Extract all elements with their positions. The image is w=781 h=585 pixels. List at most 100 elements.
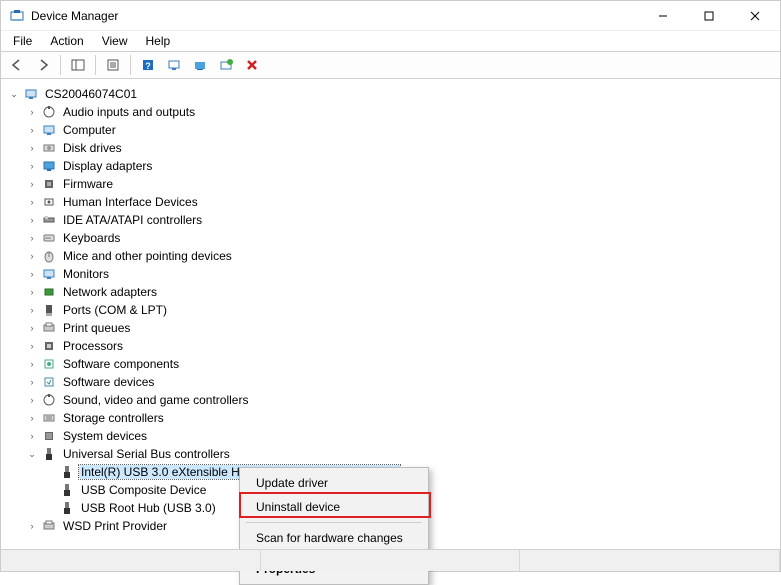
help-button[interactable]: ? — [136, 54, 160, 76]
tree-category-label: Monitors — [61, 267, 111, 281]
tree-root-label: CS20046074C01 — [43, 87, 139, 101]
device-category-icon — [41, 230, 57, 246]
expand-icon[interactable]: › — [25, 159, 39, 173]
tree-category[interactable]: › Disk drives — [1, 139, 780, 157]
expand-icon[interactable]: › — [25, 285, 39, 299]
toolbar-separator — [130, 55, 131, 75]
expand-icon[interactable]: › — [25, 105, 39, 119]
device-category-icon — [41, 302, 57, 318]
device-category-icon — [41, 212, 57, 228]
usb-icon — [41, 446, 57, 462]
menu-view[interactable]: View — [94, 32, 136, 50]
minimize-button[interactable] — [640, 1, 686, 31]
update-driver-button[interactable] — [188, 54, 212, 76]
computer-icon — [23, 86, 39, 102]
scan-hardware-button[interactable] — [162, 54, 186, 76]
window-controls — [640, 1, 778, 31]
menu-action[interactable]: Action — [42, 32, 91, 50]
menu-file[interactable]: File — [5, 32, 40, 50]
device-category-icon — [41, 374, 57, 390]
tree-root[interactable]: ⌄ CS20046074C01 — [1, 85, 780, 103]
tree-device-label: USB Root Hub (USB 3.0) — [79, 501, 218, 515]
tree-category-label: Mice and other pointing devices — [61, 249, 234, 263]
expand-icon[interactable]: › — [25, 303, 39, 317]
tree-category-label: Audio inputs and outputs — [61, 105, 197, 119]
usb-icon — [59, 482, 75, 498]
tree-category[interactable]: ›Print queues — [1, 319, 780, 337]
tree-category[interactable]: › Monitors — [1, 265, 780, 283]
menu-help[interactable]: Help — [138, 32, 179, 50]
tree-category-label: Storage controllers — [61, 411, 166, 425]
tree-category[interactable]: › System devices — [1, 427, 780, 445]
status-cell — [261, 550, 521, 571]
properties-button[interactable] — [101, 54, 125, 76]
expand-icon[interactable]: › — [25, 177, 39, 191]
forward-button[interactable] — [31, 54, 55, 76]
expand-icon[interactable]: › — [25, 195, 39, 209]
device-category-icon — [41, 194, 57, 210]
tree-category[interactable]: ›Firmware — [1, 175, 780, 193]
tree-category-label: Universal Serial Bus controllers — [61, 447, 232, 461]
expand-icon[interactable]: › — [25, 357, 39, 371]
tree-category[interactable]: ›Human Interface Devices — [1, 193, 780, 211]
expand-icon[interactable]: › — [25, 141, 39, 155]
expand-icon[interactable]: › — [25, 411, 39, 425]
tree-category[interactable]: ›Sound, video and game controllers — [1, 391, 780, 409]
expand-icon[interactable]: › — [25, 339, 39, 353]
title-bar: Device Manager — [1, 1, 780, 31]
tree-category[interactable]: › Mice and other pointing devices — [1, 247, 780, 265]
expand-icon[interactable]: › — [25, 123, 39, 137]
collapse-icon[interactable]: ⌄ — [7, 87, 21, 101]
tree-category-label: Network adapters — [61, 285, 159, 299]
tree-category[interactable]: › Audio inputs and outputs — [1, 103, 780, 121]
ctx-scan-hardware[interactable]: Scan for hardware changes — [242, 526, 426, 550]
tree-category[interactable]: › Storage controllers — [1, 409, 780, 427]
expand-icon[interactable]: › — [25, 213, 39, 227]
expand-icon[interactable]: › — [25, 429, 39, 443]
status-cell — [1, 550, 261, 571]
device-category-icon — [41, 410, 57, 426]
ctx-update-driver[interactable]: Update driver — [242, 471, 426, 495]
expand-icon[interactable]: › — [25, 249, 39, 263]
tree-category[interactable]: › Computer — [1, 121, 780, 139]
tree-category-label: Disk drives — [61, 141, 124, 155]
toolbar-separator — [60, 55, 61, 75]
ctx-uninstall-device[interactable]: Uninstall device — [242, 495, 426, 519]
tree-category[interactable]: › IDE ATA/ATAPI controllers — [1, 211, 780, 229]
tree-category-label: Computer — [61, 123, 118, 137]
window-title: Device Manager — [31, 9, 640, 23]
tree-category[interactable]: ›Ports (COM & LPT) — [1, 301, 780, 319]
device-category-icon — [41, 140, 57, 156]
tree-category-usb[interactable]: ⌄ Universal Serial Bus controllers — [1, 445, 780, 463]
tree-category[interactable]: ›Processors — [1, 337, 780, 355]
show-hide-tree-button[interactable] — [66, 54, 90, 76]
device-category-icon — [41, 104, 57, 120]
back-button[interactable] — [5, 54, 29, 76]
close-button[interactable] — [732, 1, 778, 31]
device-category-icon — [41, 176, 57, 192]
tree-category-label: Software components — [61, 357, 181, 371]
expand-icon[interactable]: › — [25, 519, 39, 533]
context-separator — [246, 522, 422, 523]
expand-icon[interactable]: › — [25, 393, 39, 407]
tree-category[interactable]: › Display adapters — [1, 157, 780, 175]
tree-category-label: IDE ATA/ATAPI controllers — [61, 213, 204, 227]
expand-icon[interactable]: › — [25, 321, 39, 335]
tree-category-label: Display adapters — [61, 159, 154, 173]
collapse-icon[interactable]: ⌄ — [25, 447, 39, 461]
disable-device-button[interactable] — [240, 54, 264, 76]
device-category-icon — [41, 158, 57, 174]
app-icon — [9, 8, 25, 24]
tree-category-label: WSD Print Provider — [61, 519, 169, 533]
tree-category[interactable]: › Software components — [1, 355, 780, 373]
tree-category-label: Keyboards — [61, 231, 122, 245]
tree-category-label: System devices — [61, 429, 149, 443]
tree-category[interactable]: › Keyboards — [1, 229, 780, 247]
expand-icon[interactable]: › — [25, 231, 39, 245]
tree-category[interactable]: ›Software devices — [1, 373, 780, 391]
uninstall-device-button[interactable] — [214, 54, 238, 76]
tree-category[interactable]: › Network adapters — [1, 283, 780, 301]
maximize-button[interactable] — [686, 1, 732, 31]
expand-icon[interactable]: › — [25, 375, 39, 389]
expand-icon[interactable]: › — [25, 267, 39, 281]
